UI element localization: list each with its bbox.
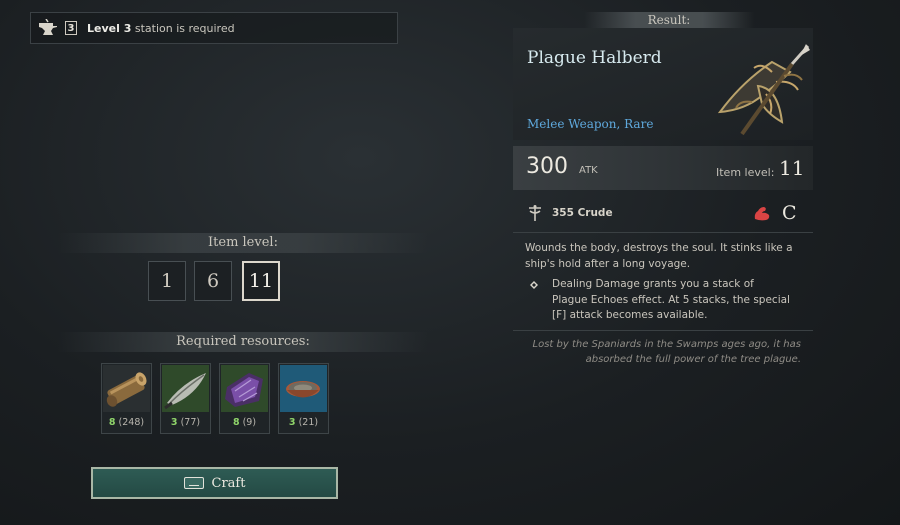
attack-unit: ATK [579, 165, 598, 176]
strength-arm-icon [754, 207, 770, 221]
item-description: Wounds the body, destroys the soul. It s… [525, 242, 793, 270]
item-type: Melee Weapon, Rare [527, 117, 654, 131]
craft-button[interactable]: Craft [91, 467, 338, 499]
resource-slot-leaf[interactable]: 3 (77) [160, 363, 211, 434]
divider [513, 330, 813, 331]
resource-slot-bowl[interactable]: 3 (21) [278, 363, 329, 434]
item-level-value: 11 [779, 156, 805, 180]
item-name: Plague Halberd [527, 48, 662, 68]
craft-button-label: Craft [211, 475, 246, 491]
spacebar-key-icon [183, 477, 204, 489]
resource-owned: (77) [180, 417, 201, 428]
resource-slot-crystal[interactable]: 8 (9) [219, 363, 270, 434]
item-level-heading: Item level: [58, 233, 428, 253]
crude-material-icon [529, 205, 541, 221]
resource-owned: (21) [298, 417, 319, 428]
item-effect: Dealing Damage grants you a stack of Pla… [552, 278, 790, 321]
station-level-badge: 3 [65, 21, 77, 35]
station-level-text: Level 3 [87, 21, 132, 35]
attack-value: 300 [526, 154, 568, 179]
station-requirement-text: Level 3 station is required [87, 22, 235, 35]
station-requirement-suffix: station is required [131, 21, 235, 35]
required-resources-heading: Required resources: [58, 332, 428, 352]
resource-required: 3 [288, 417, 296, 428]
resource-count: 3 (77) [161, 417, 210, 428]
resource-required: 8 [108, 417, 116, 428]
resource-count: 8 (9) [220, 417, 269, 428]
material-requirement: 355 Crude [552, 207, 613, 219]
item-level-option-6[interactable]: 6 [194, 261, 232, 301]
resource-count: 8 (248) [102, 417, 151, 428]
scaling-grade: C [782, 202, 797, 224]
resource-owned: (248) [118, 417, 145, 428]
diamond-bullet-icon [530, 281, 538, 289]
resource-owned: (9) [242, 417, 257, 428]
item-level-label: Item level: [716, 166, 775, 179]
divider [513, 232, 813, 233]
resource-required: 8 [232, 417, 240, 428]
leaf-bundle-icon [162, 365, 209, 412]
bowl-icon [280, 365, 327, 412]
halberd-icon [717, 44, 810, 136]
anvil-icon [39, 19, 57, 35]
item-level-option-11[interactable]: 11 [242, 261, 280, 301]
result-heading: Result: [584, 12, 754, 28]
resource-slot-wood[interactable]: 8 (248) [101, 363, 152, 434]
item-level-option-1[interactable]: 1 [148, 261, 186, 301]
resource-count: 3 (21) [279, 417, 328, 428]
resource-required: 3 [170, 417, 178, 428]
purple-crystal-icon [221, 365, 268, 412]
item-lore: Lost by the Spaniards in the Swamps ages… [532, 339, 802, 365]
wood-log-icon [103, 365, 150, 412]
station-requirement-bar: 3 Level 3 station is required [30, 12, 398, 44]
